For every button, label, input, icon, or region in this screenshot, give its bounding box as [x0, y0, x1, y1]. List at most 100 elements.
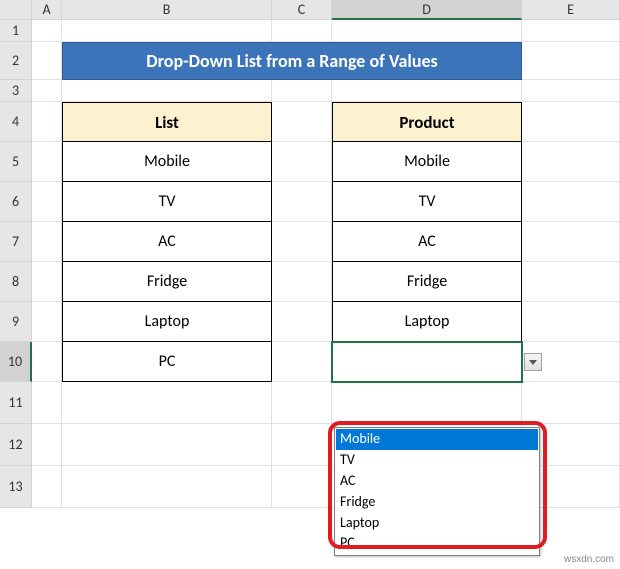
- cell-d3[interactable]: [332, 80, 522, 102]
- cell-b10[interactable]: PC: [62, 342, 272, 382]
- row-header-4[interactable]: 4: [0, 102, 32, 142]
- cell-e3[interactable]: [522, 80, 620, 102]
- cell-e9[interactable]: [522, 302, 620, 342]
- cell-c7[interactable]: [272, 222, 332, 262]
- col-header-c[interactable]: C: [272, 0, 332, 20]
- chevron-down-icon: [529, 360, 537, 365]
- cell-b11[interactable]: [62, 382, 272, 424]
- column-header-row: A B C D E: [0, 0, 620, 20]
- cell-b1[interactable]: [62, 20, 272, 42]
- row-header-7[interactable]: 7: [0, 222, 32, 262]
- cell-b5[interactable]: Mobile: [62, 142, 272, 182]
- cell-a11[interactable]: [32, 382, 62, 424]
- cell-b3[interactable]: [62, 80, 272, 102]
- cell-d10[interactable]: [332, 342, 522, 382]
- row-header-3[interactable]: 3: [0, 80, 32, 102]
- cell-b9[interactable]: Laptop: [62, 302, 272, 342]
- col-header-e[interactable]: E: [522, 0, 620, 20]
- dropdown-option[interactable]: Fridge: [336, 492, 538, 513]
- row-header-11[interactable]: 11: [0, 382, 32, 424]
- cell-a5[interactable]: [32, 142, 62, 182]
- row-header-1[interactable]: 1: [0, 20, 32, 42]
- row-header-10[interactable]: 10: [0, 342, 32, 382]
- product-header: Product: [332, 102, 522, 142]
- cell-d4[interactable]: Product: [332, 102, 522, 142]
- cell-c6[interactable]: [272, 182, 332, 222]
- dropdown-option[interactable]: PC: [336, 533, 538, 554]
- row-header-2[interactable]: 2: [0, 42, 32, 80]
- cell-e8[interactable]: [522, 262, 620, 302]
- cell-b12[interactable]: [62, 424, 272, 466]
- cell-a8[interactable]: [32, 262, 62, 302]
- list-header: List: [62, 102, 272, 142]
- cell-b8[interactable]: Fridge: [62, 262, 272, 302]
- cell-d1[interactable]: [332, 20, 522, 42]
- title-banner: Drop-Down List from a Range of Values: [62, 42, 522, 80]
- cell-a9[interactable]: [32, 302, 62, 342]
- cell-a4[interactable]: [32, 102, 62, 142]
- cell-d6[interactable]: TV: [332, 182, 522, 222]
- cell-c10[interactable]: [272, 342, 332, 382]
- cell-c9[interactable]: [272, 302, 332, 342]
- row-header-13[interactable]: 13: [0, 466, 32, 508]
- dropdown-list[interactable]: Mobile TV AC Fridge Laptop PC: [334, 427, 540, 556]
- row-header-8[interactable]: 8: [0, 262, 32, 302]
- list-item: Fridge: [62, 262, 272, 302]
- cell-e11[interactable]: [522, 382, 620, 424]
- product-item: Fridge: [332, 262, 522, 302]
- cell-c11[interactable]: [272, 382, 332, 424]
- dropdown-button[interactable]: [524, 353, 542, 371]
- cell-a2[interactable]: [32, 42, 62, 80]
- cell-a3[interactable]: [32, 80, 62, 102]
- cell-e4[interactable]: [522, 102, 620, 142]
- list-item: Laptop: [62, 302, 272, 342]
- cell-e1[interactable]: [522, 20, 620, 42]
- cell-b13[interactable]: [62, 466, 272, 508]
- cell-d11[interactable]: [332, 382, 522, 424]
- col-header-a[interactable]: A: [32, 0, 62, 20]
- cell-a7[interactable]: [32, 222, 62, 262]
- cell-c8[interactable]: [272, 262, 332, 302]
- dropdown-option[interactable]: TV: [336, 450, 538, 471]
- cell-c13[interactable]: [272, 466, 332, 508]
- cell-a13[interactable]: [32, 466, 62, 508]
- cell-e7[interactable]: [522, 222, 620, 262]
- cell-e2[interactable]: [522, 42, 620, 80]
- cell-c4[interactable]: [272, 102, 332, 142]
- cell-a10[interactable]: [32, 342, 62, 382]
- cell-c3[interactable]: [272, 80, 332, 102]
- product-item: AC: [332, 222, 522, 262]
- cell-c1[interactable]: [272, 20, 332, 42]
- product-item: TV: [332, 182, 522, 222]
- cell-d8[interactable]: Fridge: [332, 262, 522, 302]
- dropdown-option[interactable]: AC: [336, 471, 538, 492]
- cell-d9[interactable]: Laptop: [332, 302, 522, 342]
- product-item: Mobile: [332, 142, 522, 182]
- cell-b7[interactable]: AC: [62, 222, 272, 262]
- row-header-12[interactable]: 12: [0, 424, 32, 466]
- title-cell[interactable]: Drop-Down List from a Range of Values: [62, 42, 522, 80]
- dropdown-option[interactable]: Laptop: [336, 513, 538, 534]
- row-header-5[interactable]: 5: [0, 142, 32, 182]
- cell-e5[interactable]: [522, 142, 620, 182]
- cell-b6[interactable]: TV: [62, 182, 272, 222]
- cell-a1[interactable]: [32, 20, 62, 42]
- select-all-corner[interactable]: [0, 0, 32, 20]
- cell-b4[interactable]: List: [62, 102, 272, 142]
- row-header-6[interactable]: 6: [0, 182, 32, 222]
- cell-a6[interactable]: [32, 182, 62, 222]
- col-header-d[interactable]: D: [332, 0, 522, 20]
- row-header-9[interactable]: 9: [0, 302, 32, 342]
- cell-d7[interactable]: AC: [332, 222, 522, 262]
- cell-a12[interactable]: [32, 424, 62, 466]
- cell-c12[interactable]: [272, 424, 332, 466]
- product-item: Laptop: [332, 302, 522, 342]
- cell-c5[interactable]: [272, 142, 332, 182]
- product-item: [332, 342, 522, 382]
- list-item: Mobile: [62, 142, 272, 182]
- cell-d5[interactable]: Mobile: [332, 142, 522, 182]
- cell-e6[interactable]: [522, 182, 620, 222]
- col-header-b[interactable]: B: [62, 0, 272, 20]
- dropdown-option[interactable]: Mobile: [336, 429, 538, 450]
- list-item: TV: [62, 182, 272, 222]
